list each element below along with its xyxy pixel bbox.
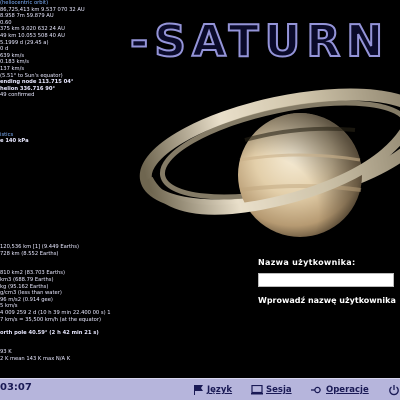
info-line: ending node 113.715 04° [0,79,74,86]
username-label: Nazwa użytkownika: [258,258,356,267]
info-line [0,336,150,343]
info-line: 86,725,413 km 9.537 070 32 AU [0,6,85,13]
info-line [0,191,150,198]
info-line [0,218,150,225]
username-input[interactable] [258,273,394,287]
info-line: 96 m/s2 (0.914 gee) [0,296,53,303]
info-line: 49 confirmed [0,92,35,99]
info-line [0,125,150,132]
info-line: 5 km/s [0,303,18,310]
session-menu-button[interactable]: Sesja [251,383,292,397]
info-line [0,99,150,106]
info-line: e 140 kPa [0,138,29,145]
login-form: Nazwa użytkownika: Wprowadź nazwę użytko… [258,258,400,305]
power-icon[interactable] [388,384,400,396]
session-label: Sesja [266,385,292,395]
info-line [0,264,150,271]
clock: 03:07 [0,382,32,393]
info-line [0,185,150,192]
info-line [0,152,150,159]
info-line [0,112,150,119]
info-line: g/cm3 (less than water) [0,290,62,297]
info-line [0,204,150,211]
info-line: 4 009 259 2 d (10 h 39 min 22.400 00 s) … [0,309,111,316]
language-label: Język [207,385,233,395]
info-line [0,198,150,205]
info-line: helion 336.716 90° [0,85,56,92]
monitor-icon [251,385,263,395]
info-line: 93 K [0,349,12,356]
info-line: 810 km2 (83.703 Earths) [0,270,66,277]
info-line [0,171,150,178]
info-line: (heliocentric orbit) [0,0,49,6]
info-line: 2 K mean 143 K max N/A K [0,356,71,363]
info-line: istics [0,131,14,138]
info-line: 7 km/s = 35,500 km/h (at the equator) [0,316,102,323]
info-line [0,231,150,238]
info-line: kg (95.162 Earths) [0,283,49,290]
info-line: 728 km (8.552 Earths) [0,250,59,257]
info-line: km3 (688.79 Earths) [0,276,54,283]
svg-text:-SATURN: -SATURN [130,18,389,64]
info-line: orth pole 40.59° (2 h 42 min 21 s) [0,329,99,336]
flag-icon [194,385,203,395]
info-line: 120,536 km [1] (9.449 Earths) [0,243,79,250]
options-icon [311,386,321,394]
info-line [0,165,150,172]
info-line [0,237,150,244]
info-line [0,323,150,330]
operations-menu-button[interactable]: Operacje [311,383,369,397]
info-line [0,257,150,264]
saturn-title-logo: -SATURN [129,18,389,64]
info-line: 137 km/s [0,65,25,72]
info-line [0,224,150,231]
info-line [0,119,150,126]
info-line [0,106,150,113]
taskbar: 03:07 Język Sesja Operacje [0,378,400,400]
language-menu-button[interactable]: Język [193,383,232,397]
info-line [0,145,150,152]
info-line [0,178,150,185]
username-prompt: Wprowadź nazwę użytkownika [258,296,396,305]
info-line [0,343,150,350]
info-line [0,158,150,165]
operations-label: Operacje [326,385,369,395]
info-line: (5.51° to Sun's equator) [0,72,63,79]
info-line [0,211,150,218]
